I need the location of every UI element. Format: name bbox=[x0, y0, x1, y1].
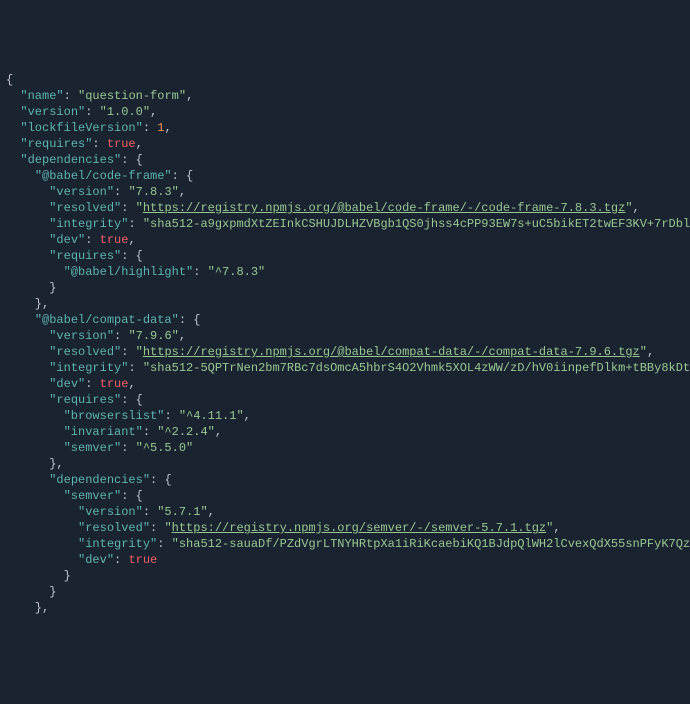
code-line: "requires": true, bbox=[6, 136, 690, 152]
code-line: "version": "7.9.6", bbox=[6, 328, 690, 344]
code-line: }, bbox=[6, 456, 690, 472]
code-line: "resolved": "https://registry.npmjs.org/… bbox=[6, 344, 690, 360]
code-line: "dependencies": { bbox=[6, 152, 690, 168]
code-line: "dev": true, bbox=[6, 376, 690, 392]
code-line: "version": "5.7.1", bbox=[6, 504, 690, 520]
code-line: "@babel/code-frame": { bbox=[6, 168, 690, 184]
code-line: "requires": { bbox=[6, 248, 690, 264]
code-line: "resolved": "https://registry.npmjs.org/… bbox=[6, 520, 690, 536]
code-line: "invariant": "^2.2.4", bbox=[6, 424, 690, 440]
code-line: "browserslist": "^4.11.1", bbox=[6, 408, 690, 424]
code-line: "lockfileVersion": 1, bbox=[6, 120, 690, 136]
code-line: "version": "7.8.3", bbox=[6, 184, 690, 200]
code-line: "dev": true, bbox=[6, 232, 690, 248]
code-line: } bbox=[6, 280, 690, 296]
code-line: } bbox=[6, 568, 690, 584]
code-line: "dependencies": { bbox=[6, 472, 690, 488]
code-block: { "name": "question-form", "version": "1… bbox=[6, 72, 690, 616]
code-line: "name": "question-form", bbox=[6, 88, 690, 104]
code-line: "integrity": "sha512-sauaDf/PZdVgrLTNYHR… bbox=[6, 536, 690, 552]
code-line: "semver": "^5.5.0" bbox=[6, 440, 690, 456]
code-line: "requires": { bbox=[6, 392, 690, 408]
code-line: "@babel/compat-data": { bbox=[6, 312, 690, 328]
code-line: } bbox=[6, 584, 690, 600]
code-line: "semver": { bbox=[6, 488, 690, 504]
code-line: }, bbox=[6, 600, 690, 616]
code-line: "integrity": "sha512-5QPTrNen2bm7RBc7dsO… bbox=[6, 360, 690, 376]
code-line: "integrity": "sha512-a9gxpmdXtZEInkCSHUJ… bbox=[6, 216, 690, 232]
code-line: "dev": true bbox=[6, 552, 690, 568]
code-line: { bbox=[6, 72, 690, 88]
code-line: }, bbox=[6, 296, 690, 312]
code-line: "@babel/highlight": "^7.8.3" bbox=[6, 264, 690, 280]
code-line: "version": "1.0.0", bbox=[6, 104, 690, 120]
code-line: "resolved": "https://registry.npmjs.org/… bbox=[6, 200, 690, 216]
